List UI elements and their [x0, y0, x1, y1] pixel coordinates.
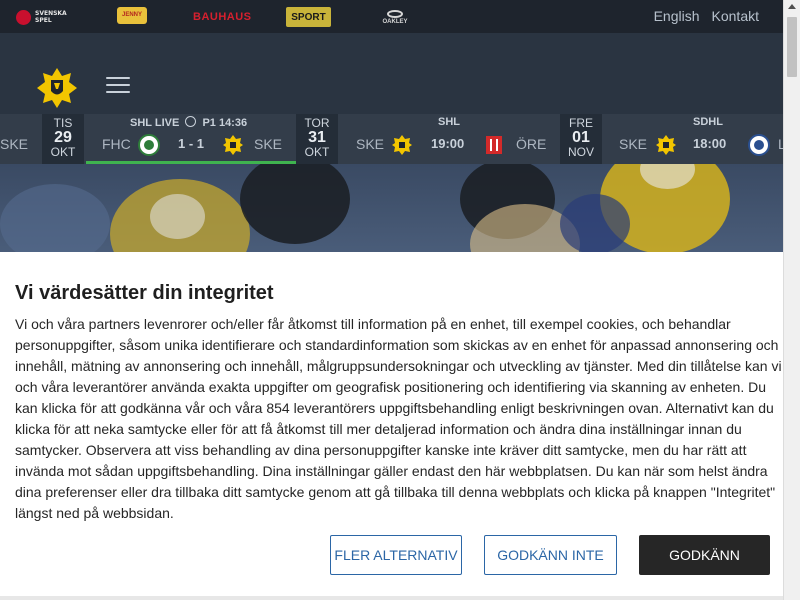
date-box: TOR 31 OKT [296, 114, 338, 164]
date-month: NOV [567, 145, 594, 159]
game-score: 1 - 1 [178, 136, 205, 151]
away-team-abbr: ÖRE [516, 136, 547, 152]
menu-hamburger-icon[interactable] [106, 77, 130, 93]
game-time: 18:00 [693, 136, 727, 151]
game-card-previous[interactable]: SKE [0, 114, 42, 164]
ske-crest-icon [392, 135, 412, 155]
hero-helmet-shape [240, 164, 350, 244]
game-league: SDHL [693, 116, 723, 128]
sponsor-bar: SVENSKA SPEL JENNY BAUHAUS SPORT OAKLEY … [0, 0, 783, 33]
date-box: TIS 29 OKT [42, 114, 84, 164]
game-time: 19:00 [431, 136, 465, 151]
fhc-crest-icon [138, 134, 160, 156]
scroll-up-arrow-icon[interactable] [788, 4, 796, 9]
ore-crest-icon [486, 136, 502, 154]
home-team-abbr: SKE [619, 136, 648, 152]
deny-consent-button[interactable]: GODKÄNN INTE [484, 535, 617, 575]
date-weekday: TOR [304, 116, 330, 130]
date-month: OKT [304, 145, 330, 159]
hero-blob [560, 194, 630, 254]
ske-crest-icon [223, 135, 243, 155]
page-content-peek [0, 596, 783, 600]
sponsor-jenny-logo[interactable]: JENNY [117, 7, 147, 24]
english-link[interactable]: English [654, 8, 700, 24]
sponsor-svenska-spel-text: SVENSKA SPEL [35, 10, 67, 24]
sponsor-oakley-logo[interactable]: OAKLEY [372, 7, 418, 27]
away-team-abbr: SKE [254, 136, 283, 152]
contact-link[interactable]: Kontakt [712, 8, 759, 24]
game-league: SHL LIVE [130, 117, 180, 129]
club-crest-logo[interactable] [36, 67, 78, 109]
page-scrollbar[interactable] [783, 0, 800, 600]
accept-consent-button[interactable]: GODKÄNN [639, 535, 770, 575]
lulea-crest-icon [748, 134, 770, 156]
more-options-button[interactable]: FLER ALTERNATIV [330, 535, 462, 575]
date-day: 01 [572, 129, 590, 146]
home-team-abbr: SKE [356, 136, 385, 152]
date-weekday: FRE [569, 116, 593, 130]
team-abbr: SKE [0, 136, 29, 152]
game-period-clock: P1 14:36 [202, 117, 248, 129]
game-live-header: SHL LIVE P1 14:36 [130, 116, 247, 129]
date-day: 29 [54, 129, 72, 146]
game-league: SHL [438, 116, 460, 128]
oakley-ellipse-icon [387, 9, 403, 18]
date-month: OKT [50, 145, 76, 159]
home-team-abbr: FHC [102, 136, 131, 152]
hero-image [0, 164, 783, 254]
clock-icon [185, 116, 197, 127]
consent-dialog: Vi värdesätter din integritet Vi och vår… [0, 252, 783, 600]
sponsor-sport-logo[interactable]: SPORT [286, 7, 331, 27]
sponsor-svenska-spel-logo[interactable]: SVENSKA SPEL [16, 7, 76, 27]
date-day: 31 [308, 129, 326, 146]
hero-blob [0, 184, 110, 254]
game-card-upcoming-sdhl[interactable]: SDHL SKE 18:00 L [602, 114, 783, 164]
consent-body-text: Vi och våra partners levenrorer och/elle… [15, 316, 782, 521]
consent-title: Vi värdesätter din integritet [15, 282, 274, 304]
svenska-spel-mark-icon [16, 9, 31, 25]
ske-crest-icon [656, 135, 676, 155]
date-weekday: TIS [53, 116, 73, 130]
date-box: FRE 01 NOV [560, 114, 602, 164]
sponsor-oakley-text: OAKLEY [382, 18, 408, 25]
game-card-live[interactable]: SHL LIVE P1 14:36 FHC 1 - 1 SKE [86, 114, 296, 164]
sponsor-bauhaus-logo[interactable]: BAUHAUS [193, 7, 252, 27]
scrollbar-thumb[interactable] [787, 17, 797, 77]
game-card-upcoming-shl[interactable]: SHL SKE 19:00 ÖRE [338, 114, 560, 164]
site-header [0, 33, 783, 114]
games-ticker: SKE TIS 29 OKT SHL LIVE P1 14:36 FHC 1 -… [0, 114, 783, 164]
hero-blob [150, 194, 205, 239]
top-links: English Kontakt [654, 8, 759, 24]
